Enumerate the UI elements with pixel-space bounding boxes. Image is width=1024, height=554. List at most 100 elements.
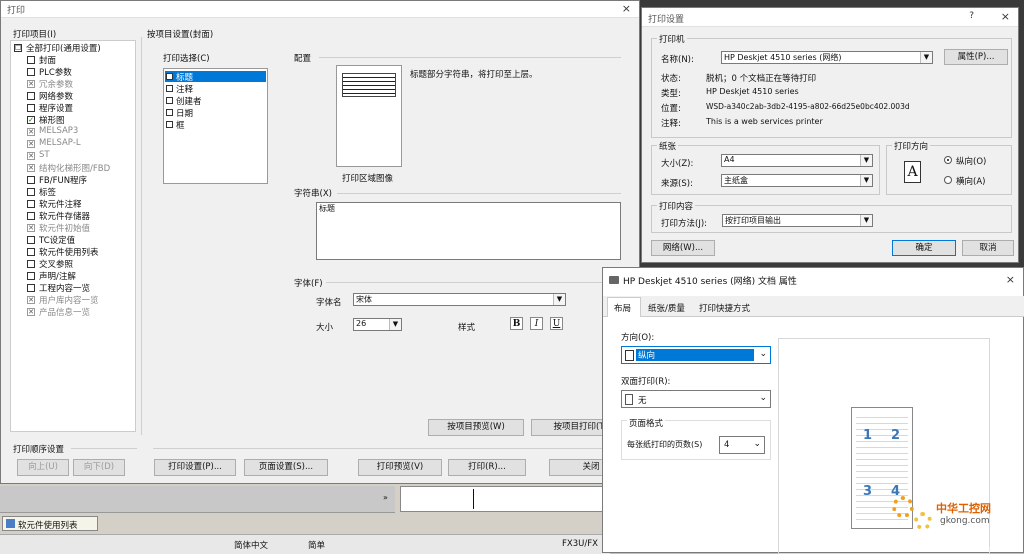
tab-device-list-label: 软元件使用列表	[18, 521, 78, 531]
tree-item-checkbox[interactable]: ✕	[27, 140, 35, 148]
tree-item-checkbox[interactable]: ✕	[27, 128, 35, 136]
select-item-title[interactable]: 标题	[165, 71, 266, 83]
chevron-down-icon[interactable]: ▼	[553, 294, 565, 305]
select-item-label: 创建者	[176, 97, 202, 107]
paper-source-select[interactable]: 主纸盒 ▼	[721, 174, 873, 187]
tree-item-label: 软元件存储器	[39, 212, 91, 222]
tree-item-checkbox[interactable]: ✕	[27, 296, 35, 304]
tree-item-checkbox[interactable]: ✕	[27, 308, 35, 316]
orientation-select[interactable]: 纵向 ⌄	[621, 346, 771, 364]
select-item-checkbox[interactable]	[166, 85, 173, 92]
tree-item-checkbox[interactable]	[27, 176, 35, 184]
tab-layout-label: 布局	[614, 304, 632, 314]
chevron-down-icon[interactable]: ▼	[389, 319, 401, 330]
print-select-label: 打印选择(C)	[163, 54, 210, 64]
watermark-url: gkong.com	[940, 516, 990, 526]
chevron-down-icon[interactable]: ▼	[860, 215, 872, 226]
print-preview-button[interactable]: 打印预览(V)	[358, 459, 442, 476]
ok-button[interactable]: 确定	[892, 240, 956, 256]
chevron-down-icon[interactable]: ▼	[860, 155, 872, 166]
tree-item-checkbox[interactable]	[27, 56, 35, 64]
comment-label: 注释:	[661, 119, 681, 129]
print-button[interactable]: 打印(R)...	[448, 459, 526, 476]
select-item-frame[interactable]: 框	[165, 119, 266, 131]
printer-properties-button[interactable]: 属性(P)...	[944, 49, 1008, 65]
tree-item-checkbox[interactable]	[27, 188, 35, 196]
move-down-button[interactable]: 向下(D)	[73, 459, 125, 476]
tree-item-checkbox[interactable]: ☐	[14, 44, 22, 52]
select-item-checkbox[interactable]	[166, 97, 173, 104]
font-name-select[interactable]: 宋体 ▼	[353, 293, 566, 306]
status-bar: 简体中文 简单 FX3U/FX	[0, 534, 610, 554]
tree-item-checkbox[interactable]	[27, 260, 35, 268]
bold-button[interactable]: B	[510, 317, 523, 330]
gear-logo-icon	[892, 496, 914, 518]
tree-item-checkbox[interactable]: ✕	[27, 164, 35, 172]
chevron-down-icon[interactable]: ⌄	[753, 439, 761, 449]
chevron-down-icon[interactable]: ▼	[920, 52, 932, 63]
landscape-radio[interactable]	[944, 176, 952, 184]
tab-device-list[interactable]: 软元件使用列表	[2, 516, 98, 531]
print-setup-titlebar: 打印设置 ? ×	[642, 8, 1018, 27]
portrait-label: 纵向(O)	[956, 157, 987, 167]
printer-name-select[interactable]: HP Deskjet 4510 series (网络) ▼	[721, 51, 933, 64]
print-method-select[interactable]: 按打印项目输出 ▼	[722, 214, 873, 227]
cancel-button[interactable]: 取消	[962, 240, 1014, 256]
tree-item-checkbox[interactable]	[27, 236, 35, 244]
string-input[interactable]: 标题	[316, 202, 621, 260]
tree-item-label: 程序设置	[39, 104, 74, 114]
tree-item-checkbox[interactable]: ✕	[27, 224, 35, 232]
page-setup-button[interactable]: 页面设置(S)...	[244, 459, 328, 476]
chevron-down-icon[interactable]: ⌄	[759, 349, 767, 359]
select-item-date[interactable]: 日期	[165, 107, 266, 119]
paper-size-value: A4	[724, 155, 735, 164]
duplex-select[interactable]: 无 ⌄	[621, 390, 771, 408]
string-divider	[337, 193, 621, 194]
select-item-author[interactable]: 创建者	[165, 95, 266, 107]
select-item-checkbox[interactable]	[166, 109, 173, 116]
tree-item-checkbox[interactable]	[27, 200, 35, 208]
tree-item-label: 梯形图	[39, 116, 65, 126]
text-cursor	[473, 489, 474, 509]
close-icon[interactable]: ×	[622, 2, 631, 15]
size-label: 大小	[316, 323, 334, 333]
print-setup-button[interactable]: 打印设置(P)...	[154, 459, 236, 476]
tree-item-checkbox[interactable]: ✓	[27, 116, 35, 124]
tree-item-checkbox[interactable]	[27, 212, 35, 220]
move-up-button[interactable]: 向上(U)	[17, 459, 69, 476]
underline-button[interactable]: U	[550, 317, 563, 330]
chevron-down-icon[interactable]: ⌄	[759, 393, 767, 403]
tree-item-checkbox[interactable]	[27, 284, 35, 292]
scroll-right-icon[interactable]: »	[383, 493, 388, 502]
paper-size-select[interactable]: A4 ▼	[721, 154, 873, 167]
tree-item-checkbox[interactable]	[27, 68, 35, 76]
tab-print-shortcuts[interactable]: 打印快捷方式	[699, 302, 750, 314]
tree-item-checkbox[interactable]	[27, 272, 35, 280]
portrait-radio[interactable]	[944, 156, 952, 164]
size-select[interactable]: 26 ▼	[353, 318, 402, 331]
tree-item-label: 交叉参照	[39, 260, 74, 270]
pages-per-sheet-select[interactable]: 4 ⌄	[719, 436, 765, 454]
select-item-checkbox[interactable]	[166, 121, 173, 128]
tab-layout[interactable]: 布局	[607, 297, 641, 317]
preview-by-item-button[interactable]: 按项目预览(W)	[428, 419, 524, 436]
tree-item-checkbox[interactable]	[27, 92, 35, 100]
tree-item-checkbox[interactable]: ✕	[27, 152, 35, 160]
italic-button[interactable]: I	[530, 317, 543, 330]
tree-item-checkbox[interactable]: ✕	[27, 80, 35, 88]
tree-item-checkbox[interactable]	[27, 104, 35, 112]
select-item-comment[interactable]: 注释	[165, 83, 266, 95]
tree-item-label: MELSAP-L	[39, 138, 81, 148]
tree-item-label: MELSAP3	[39, 126, 79, 136]
close-icon[interactable]: ×	[1006, 273, 1015, 286]
select-item-checkbox[interactable]	[166, 73, 173, 80]
tab-paper-quality[interactable]: 纸张/质量	[648, 302, 685, 314]
tree-item-label: 全部打印(通用设置)	[26, 44, 101, 54]
help-icon[interactable]: ?	[969, 11, 974, 21]
tree-item-checkbox[interactable]	[27, 248, 35, 256]
close-icon[interactable]: ×	[1001, 10, 1010, 23]
status-plc: FX3U/FX	[562, 539, 598, 549]
chevron-down-icon[interactable]: ▼	[860, 175, 872, 186]
network-button[interactable]: 网络(W)...	[651, 240, 715, 256]
tree-item-label: 冗余参数	[39, 80, 74, 90]
